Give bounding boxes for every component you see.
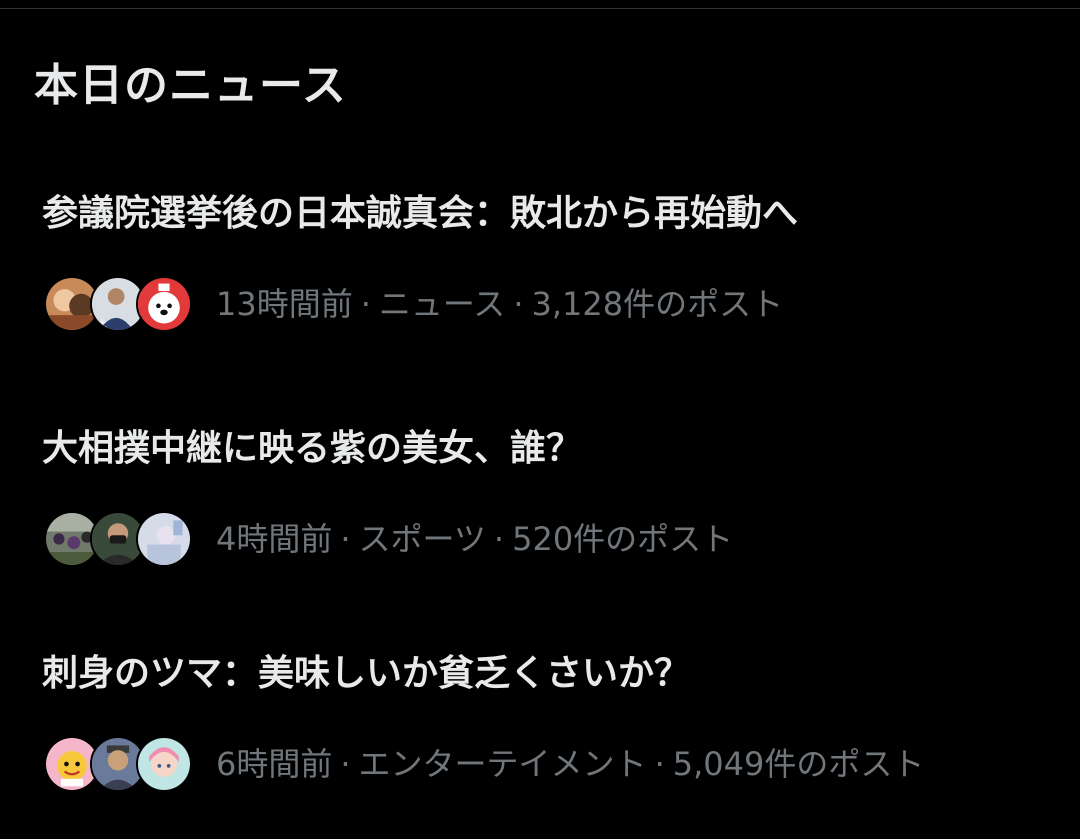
svg-text:上: 上 xyxy=(98,318,107,329)
news-meta-text: 4時間前 · スポーツ · 520件のポスト xyxy=(216,519,733,559)
separator: · xyxy=(340,745,351,783)
news-headline[interactable]: 大相撲中継に映る紫の美女、誰？ xyxy=(42,423,582,475)
news-time: 13時間前 xyxy=(216,285,353,323)
news-post-count: 520件のポスト xyxy=(512,520,734,558)
news-time: 4時間前 xyxy=(216,520,333,558)
news-meta-text: 6時間前 · エンターテイメント · 5,049件のポスト xyxy=(216,744,924,784)
news-item[interactable]: 大相撲中継に映る紫の美女、誰？ 4時間前 · スポーツ · 520件のポスト xyxy=(0,415,1080,605)
avatar-dog-illustration xyxy=(136,276,192,332)
news-headline[interactable]: 刺身のツマ：美味しいか貧乏くさいか？ xyxy=(42,648,690,700)
news-meta-text: 13時間前 · ニュース · 3,128件のポスト xyxy=(216,284,783,324)
avatar-group: 上 xyxy=(44,276,192,332)
news-post-count: 3,128件のポスト xyxy=(531,285,784,323)
avatar-group xyxy=(44,736,192,792)
news-headline[interactable]: 参議院選挙後の日本誠真会：敗北から再始動へ xyxy=(42,188,798,240)
news-category: スポーツ xyxy=(358,520,486,558)
separator: · xyxy=(340,520,351,558)
news-meta: 6時間前 · エンターテイメント · 5,049件のポスト xyxy=(44,734,924,794)
avatar-anime-girl xyxy=(136,736,192,792)
news-meta: 上 13時間前 · ニュース · 3,128件のポスト xyxy=(44,274,783,334)
news-meta: 4時間前 · スポーツ · 520件のポスト xyxy=(44,509,733,569)
news-post-count: 5,049件のポスト xyxy=(672,745,925,783)
news-item[interactable]: 刺身のツマ：美味しいか貧乏くさいか？ 6時間前 · エンターテイメント · 5,… xyxy=(0,640,1080,830)
avatar-group xyxy=(44,511,192,567)
news-category: ニュース xyxy=(378,285,506,323)
news-item[interactable]: 参議院選挙後の日本誠真会：敗北から再始動へ 上 13時間前 · ニュース · 3… xyxy=(0,180,1080,370)
avatar-light-photo xyxy=(136,511,192,567)
separator: · xyxy=(360,285,371,323)
top-divider xyxy=(0,8,1080,9)
separator: · xyxy=(513,285,524,323)
news-time: 6時間前 xyxy=(216,745,333,783)
news-category: エンターテイメント xyxy=(358,745,647,783)
separator: · xyxy=(654,745,665,783)
section-title: 本日のニュース xyxy=(34,60,347,111)
separator: · xyxy=(493,520,505,558)
